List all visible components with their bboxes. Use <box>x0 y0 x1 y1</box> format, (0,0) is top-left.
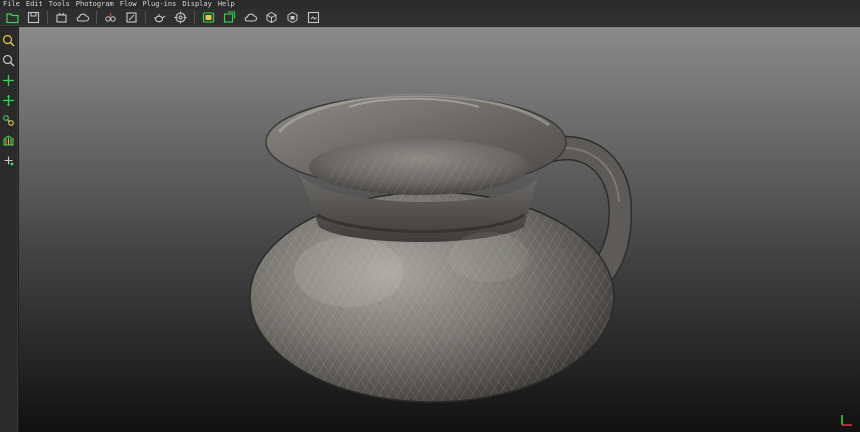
teapot-icon[interactable] <box>152 10 167 25</box>
pottery-jar-model <box>249 93 633 403</box>
menu-plugins[interactable]: Plug-ins <box>143 0 177 9</box>
move-icon[interactable] <box>1 92 17 108</box>
zoom-icon[interactable] <box>1 52 17 68</box>
menu-help[interactable]: Help <box>218 0 235 9</box>
menu-tools[interactable]: Tools <box>49 0 70 9</box>
3d-viewport[interactable] <box>19 27 860 432</box>
left-tool-strip <box>0 27 18 432</box>
cloud-icon[interactable] <box>75 10 90 25</box>
toolbar-separator <box>96 10 97 24</box>
calibrate-icon[interactable] <box>201 10 216 25</box>
cube-alt-icon[interactable] <box>285 10 300 25</box>
menu-display[interactable]: Display <box>182 0 212 9</box>
link-icon[interactable] <box>1 112 17 128</box>
menu-flow[interactable]: Flow <box>120 0 137 9</box>
save-icon[interactable] <box>26 10 41 25</box>
pan-icon[interactable] <box>1 72 17 88</box>
camera-group-icon[interactable] <box>103 10 118 25</box>
toolbar-separator <box>145 10 146 24</box>
move-small-icon[interactable] <box>1 152 17 168</box>
menu-bar: File Edit Tools Photogram Flow Plug-ins … <box>0 0 860 9</box>
open-folder-icon[interactable] <box>5 10 20 25</box>
toolbar-separator <box>47 10 48 24</box>
cube-icon[interactable] <box>264 10 279 25</box>
menu-photogram[interactable]: Photogram <box>76 0 114 9</box>
menu-edit[interactable]: Edit <box>26 0 43 9</box>
cloud-outline-icon[interactable] <box>243 10 258 25</box>
grid-icon[interactable] <box>1 132 17 148</box>
target-icon[interactable] <box>173 10 188 25</box>
capture-icon[interactable] <box>54 10 69 25</box>
frame-icon[interactable] <box>306 10 321 25</box>
axis-gizmo-icon <box>841 415 852 426</box>
zoom-fit-icon[interactable] <box>1 32 17 48</box>
sync-icon[interactable] <box>222 10 237 25</box>
main-toolbar <box>0 9 860 26</box>
menu-file[interactable]: File <box>3 0 20 9</box>
edit-icon[interactable] <box>124 10 139 25</box>
toolbar-separator <box>194 10 195 24</box>
